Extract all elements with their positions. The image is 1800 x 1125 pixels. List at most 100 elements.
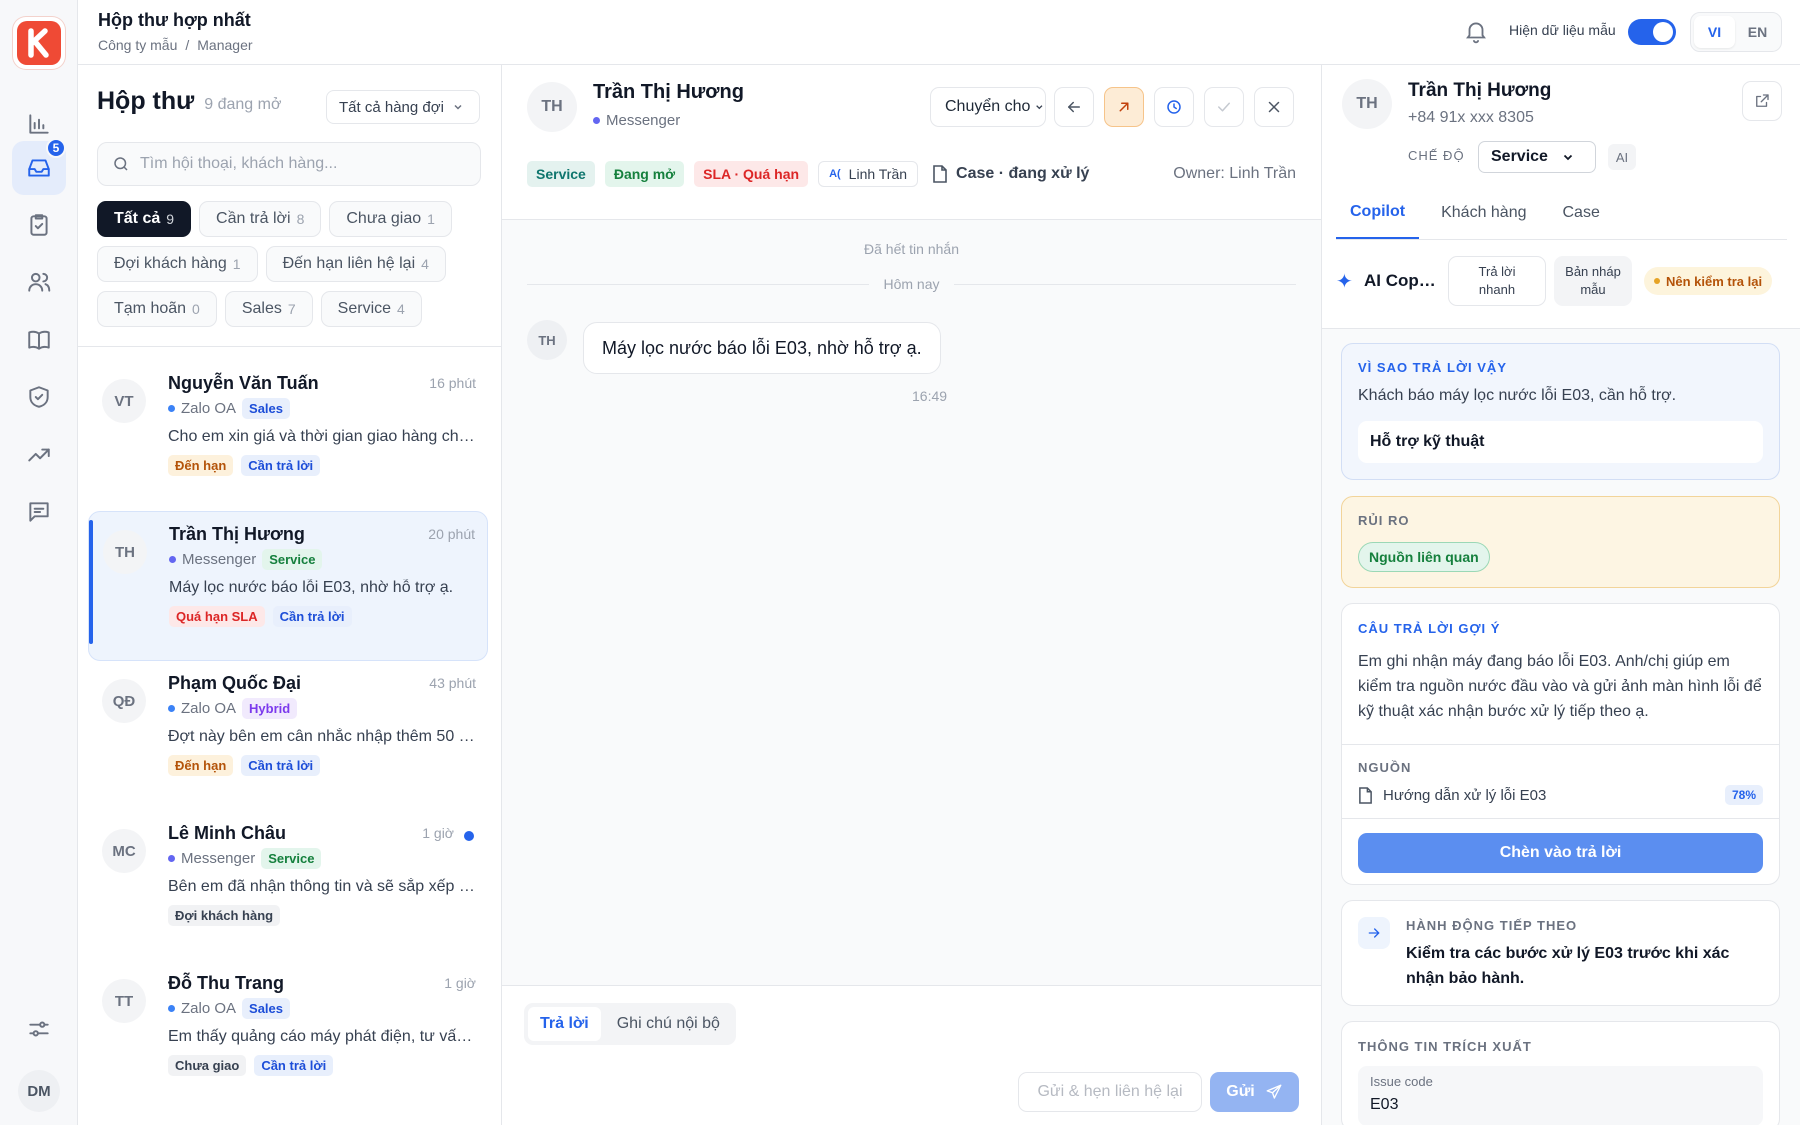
filter-service[interactable]: Service 4 xyxy=(320,291,422,327)
app-logo[interactable] xyxy=(12,16,66,70)
filter-unassigned[interactable]: Chưa giao 1 xyxy=(329,201,452,237)
chip-count: 4 xyxy=(421,256,429,272)
divider xyxy=(78,346,501,347)
nav-security[interactable] xyxy=(12,370,66,424)
sample-draft-option[interactable]: Bản nháp mẫu xyxy=(1554,256,1632,306)
transfer-select[interactable]: Chuyển cho xyxy=(930,87,1046,127)
snooze-button[interactable] xyxy=(1154,87,1194,127)
timestamp: 43 phút xyxy=(429,675,476,691)
conversation-meta: Zalo OA Hybrid xyxy=(168,698,298,719)
next-action-button[interactable] xyxy=(1358,917,1390,949)
next-action-heading: HÀNH ĐỘNG TIẾP THEO xyxy=(1406,918,1578,933)
contact-name: Phạm Quốc Đại xyxy=(168,673,302,693)
conversation-tags: Service Đang mở SLA · Quá hạn A( Linh Tr… xyxy=(527,161,1089,187)
user-avatar[interactable]: DM xyxy=(18,1070,60,1112)
day-separator: Hôm nay xyxy=(527,276,1296,292)
nav-knowledge[interactable] xyxy=(12,313,66,367)
lang-en[interactable]: EN xyxy=(1737,16,1778,48)
open-external-button[interactable] xyxy=(1742,81,1782,121)
back-button[interactable] xyxy=(1054,87,1094,127)
mode-select[interactable]: Service xyxy=(1478,141,1596,173)
review-warning-badge: Nên kiểm tra lại xyxy=(1644,267,1773,295)
app-rail: 5 DM xyxy=(0,0,78,1125)
separator-line xyxy=(953,283,1296,285)
conversation-item[interactable]: TT Đỗ Thu Trang 1 giờ Zalo OA Sales Em t… xyxy=(88,961,488,1111)
filter-follow-up-due[interactable]: Đến hạn liên hệ lại 4 xyxy=(265,246,446,282)
top-bar: Hộp thư hợp nhất Công ty mẫu / Manager H… xyxy=(78,0,1800,65)
sliders-icon xyxy=(29,1021,49,1037)
sample-data-toggle[interactable] xyxy=(1628,19,1676,45)
chip-label: Đến hạn liên hệ lại xyxy=(282,255,416,272)
conversation-list: VT Nguyễn Văn Tuấn 16 phút Zalo OA Sales… xyxy=(88,361,488,1111)
source-confidence: 78% xyxy=(1724,785,1763,805)
issue-code-field[interactable]: Issue code E03 xyxy=(1358,1066,1763,1125)
conversation-item[interactable]: MC Lê Minh Châu 1 giờ Messenger Service … xyxy=(88,811,488,961)
source-item[interactable]: Hướng dẫn xử lý lỗi E03 78% xyxy=(1358,785,1763,805)
conversation-item[interactable]: QĐ Phạm Quốc Đại 43 phút Zalo OA Hybrid … xyxy=(88,661,488,811)
field-label: Issue code xyxy=(1370,1074,1433,1089)
timestamp: 20 phút xyxy=(428,526,475,542)
send-icon xyxy=(1266,1084,1282,1099)
breadcrumb-separator: / xyxy=(185,37,190,53)
filter-all[interactable]: Tất cả 9 xyxy=(97,201,192,237)
message-preview: Bên em đã nhận thông tin và sẽ sắp xếp l… xyxy=(168,878,478,895)
breadcrumb-company[interactable]: Công ty mẫu xyxy=(98,37,177,53)
channel-info: Messenger xyxy=(593,112,680,129)
conversation-item-selected[interactable]: TH Trần Thị Hương 20 phút Messenger Serv… xyxy=(88,511,488,661)
nav-settings[interactable] xyxy=(12,1002,66,1056)
intent-box: Hỗ trợ kỹ thuật xyxy=(1358,421,1763,463)
nav-customers[interactable] xyxy=(12,255,66,309)
source-title: Hướng dẫn xử lý lỗi E03 xyxy=(1383,786,1547,804)
tab-case[interactable]: Case xyxy=(1549,187,1614,239)
channel-dot-icon xyxy=(593,117,600,124)
assignee-chip[interactable]: A( Linh Trần xyxy=(818,161,919,187)
copilot-toolbar: ✦ AI Copilot Trả lời nhanh Bản nháp mẫu … xyxy=(1336,253,1787,309)
tab-reply[interactable]: Trả lời xyxy=(528,1007,601,1041)
bar-chart-icon xyxy=(29,114,49,134)
chip-label: Sales xyxy=(241,300,282,317)
send-button[interactable]: Gửi xyxy=(1210,1072,1299,1112)
nav-inbox[interactable]: 5 xyxy=(12,138,66,195)
chevron-down-icon xyxy=(454,104,462,110)
lang-vi[interactable]: VI xyxy=(1694,16,1735,48)
resolve-button[interactable] xyxy=(1204,87,1244,127)
filter-needs-reply[interactable]: Cần trả lời 8 xyxy=(199,201,322,237)
quick-reply-option[interactable]: Trả lời nhanh xyxy=(1448,256,1546,306)
status-badge: Cần trả lời xyxy=(254,1055,334,1076)
ai-badge[interactable]: AI xyxy=(1608,144,1636,170)
team-tag: Service xyxy=(261,848,322,869)
case-status[interactable]: Case · đang xử lý xyxy=(932,165,1089,183)
status-badge: Cần trả lời xyxy=(272,606,352,627)
tab-customer[interactable]: Khách hàng xyxy=(1427,187,1540,239)
status-badge: Cần trả lời xyxy=(241,755,321,776)
insert-reply-button[interactable]: Chèn vào trả lời xyxy=(1358,833,1763,873)
search-input[interactable] xyxy=(140,155,460,173)
filter-sales[interactable]: Sales 7 xyxy=(224,291,313,327)
chip-count: 1 xyxy=(427,211,435,227)
tab-internal-note[interactable]: Ghi chú nội bộ xyxy=(605,1007,732,1041)
message-thread[interactable]: Đã hết tin nhắn Hôm nay TH Máy lọc nước … xyxy=(502,220,1321,985)
conversation-item[interactable]: VT Nguyễn Văn Tuấn 16 phút Zalo OA Sales… xyxy=(88,361,488,511)
avatar: MC xyxy=(102,829,146,873)
mode-select-value: Service xyxy=(1491,148,1548,165)
notifications-button[interactable] xyxy=(1463,18,1489,44)
tab-copilot[interactable]: Copilot xyxy=(1336,187,1420,239)
send-and-follow-up-button[interactable]: Gửi & hẹn liên hệ lại xyxy=(1018,1072,1202,1112)
logo-k-icon xyxy=(28,28,49,58)
clock-icon xyxy=(1167,100,1181,114)
escalate-button[interactable] xyxy=(1104,87,1144,127)
close-button[interactable] xyxy=(1254,87,1294,127)
status-tags: Chưa giao Cần trả lời xyxy=(168,1055,334,1076)
avatar: TH xyxy=(527,82,577,132)
filter-waiting-customer[interactable]: Đợi khách hàng 1 xyxy=(97,246,258,282)
nav-messages[interactable] xyxy=(12,485,66,539)
suggestion-heading: CÂU TRẢ LỜI GỢI Ý xyxy=(1358,621,1501,636)
queue-select[interactable]: Tất cả hàng đợi xyxy=(326,90,480,124)
filter-snoozed[interactable]: Tạm hoãn 0 xyxy=(97,291,217,327)
nav-tasks[interactable] xyxy=(12,198,66,252)
day-label: Hôm nay xyxy=(883,276,940,292)
nav-trends[interactable] xyxy=(12,428,66,482)
send-label: Gửi xyxy=(1226,1083,1255,1100)
status-badge: Đợi khách hàng xyxy=(168,905,281,926)
mode-label: CHẾ ĐỘ xyxy=(1408,148,1465,163)
